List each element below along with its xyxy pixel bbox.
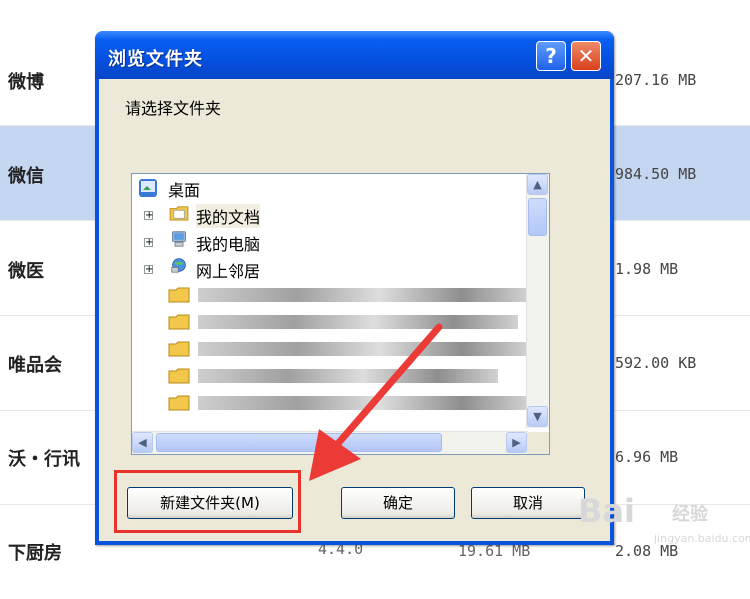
tree-item-desktop[interactable]: 桌面 [138, 174, 518, 201]
app-name: 微医 [8, 261, 44, 282]
app-name: 微信 [8, 166, 44, 187]
scroll-right-icon[interactable]: ▶ [506, 432, 527, 453]
tree-item-network-places[interactable]: + 网上邻居 [144, 255, 514, 282]
ok-button[interactable]: 确定 [341, 487, 455, 519]
annotation-highlight-box [114, 470, 301, 533]
scroll-down-icon[interactable]: ▼ [527, 406, 548, 427]
scrollbar-corner [527, 432, 549, 454]
network-places-icon [171, 258, 186, 273]
app-size: 592.00 KB [615, 354, 697, 372]
tree-item-my-computer[interactable]: + 我的电脑 [144, 228, 514, 255]
desktop-icon [139, 179, 157, 197]
app-size: 984.50 MB [615, 165, 697, 183]
expand-plus-icon[interactable]: + [144, 265, 153, 275]
annotation-arrow-icon [309, 323, 443, 481]
app-name: 沃・行讯 [8, 449, 80, 470]
tree-item-folder[interactable] [168, 282, 528, 309]
my-computer-icon [172, 231, 186, 247]
expand-plus-icon[interactable]: + [144, 238, 153, 248]
watermark-brand-cn: 经验 [672, 504, 708, 525]
folder-icon [168, 368, 190, 384]
app-name: 微博 [8, 72, 44, 93]
browse-folder-dialog: 浏览文件夹 ? ✕ 请选择文件夹 桌面 + 我的文档 + 我的电脑 + 网上邻居… [95, 31, 614, 545]
dialog-prompt: 请选择文件夹 [125, 99, 222, 118]
app-size: 1.98 MB [615, 260, 679, 278]
dialog-titlebar[interactable]: 浏览文件夹 ? ✕ [95, 31, 614, 79]
vertical-scrollbar[interactable]: ▲ ▼ [526, 174, 549, 428]
cancel-button[interactable]: 取消 [471, 487, 585, 519]
folder-icon [168, 314, 190, 330]
app-name: 下厨房 [8, 543, 62, 564]
tree-item-my-documents[interactable]: + 我的文档 [144, 201, 514, 228]
help-button[interactable]: ? [536, 41, 566, 71]
watermark-brand: Bai [578, 492, 635, 530]
tree-item-label: 我的电脑 [196, 235, 261, 254]
close-button[interactable]: ✕ [571, 41, 601, 71]
vertical-scroll-thumb[interactable] [528, 198, 547, 236]
tree-item-label: 网上邻居 [196, 262, 261, 281]
dialog-title: 浏览文件夹 [108, 49, 203, 70]
folder-icon [168, 395, 190, 411]
watermark-url: jingyan.baidu.com [654, 532, 750, 545]
app-size: 207.16 MB [615, 71, 697, 89]
scroll-up-icon[interactable]: ▲ [527, 174, 548, 195]
redacted-label [198, 288, 528, 302]
app-name: 唯品会 [8, 355, 62, 376]
tree-item-label: 桌面 [168, 181, 201, 200]
tree-item-label: 我的文档 [196, 204, 261, 228]
expand-plus-icon[interactable]: + [144, 211, 153, 221]
app-size: 6.96 MB [615, 448, 679, 466]
folder-icon [168, 341, 190, 357]
scroll-left-icon[interactable]: ◀ [132, 432, 153, 453]
my-documents-icon [169, 206, 189, 221]
folder-icon [168, 287, 190, 303]
